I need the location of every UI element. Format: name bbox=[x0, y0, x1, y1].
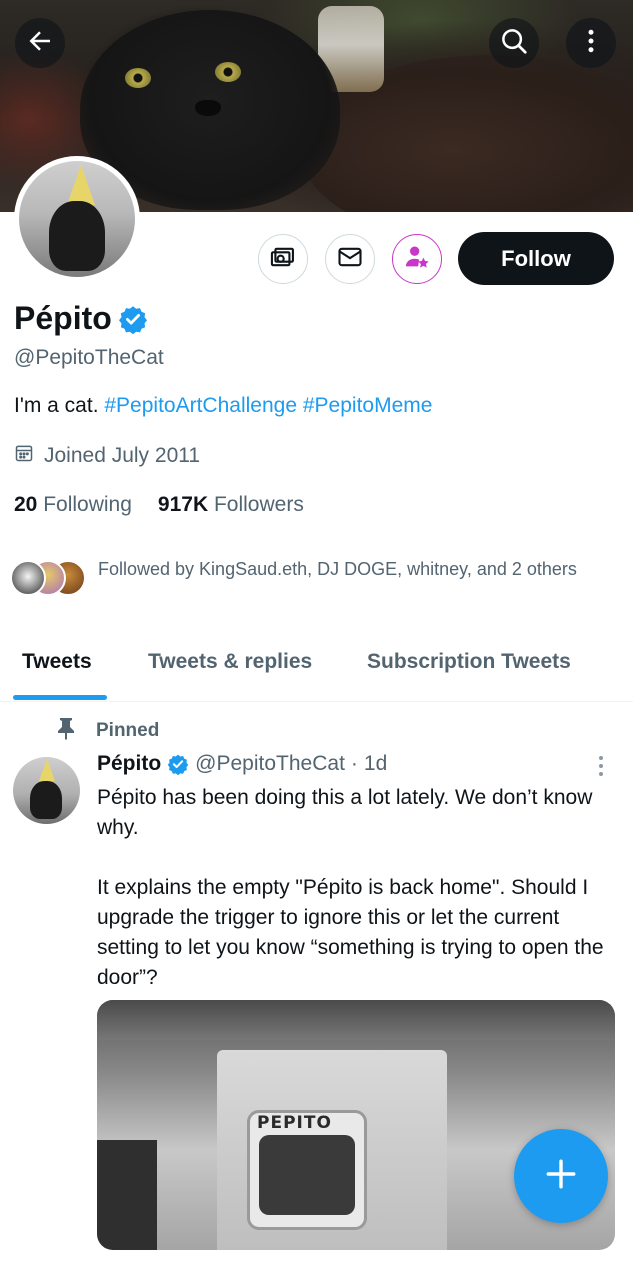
plus-icon bbox=[544, 1157, 578, 1196]
tab-tweets-and-replies[interactable]: Tweets & replies bbox=[148, 650, 312, 674]
display-name: Pépito bbox=[14, 300, 112, 336]
subscribe-button[interactable] bbox=[258, 234, 308, 284]
search-icon bbox=[499, 26, 529, 61]
hashtag-link[interactable]: #PepitoMeme bbox=[303, 394, 433, 417]
banner-cat-nose bbox=[195, 100, 221, 116]
avatar-cat bbox=[30, 781, 62, 819]
tweet-time[interactable]: 1d bbox=[364, 752, 387, 776]
verified-badge-icon[interactable] bbox=[118, 304, 148, 334]
calendar-icon bbox=[14, 443, 34, 469]
party-hat bbox=[39, 759, 55, 781]
tab-tweets[interactable]: Tweets bbox=[22, 650, 92, 674]
pinned-label: Pinned bbox=[56, 716, 159, 746]
banner-cat-eye-left bbox=[125, 68, 151, 88]
name-row: Pépito bbox=[14, 300, 148, 337]
profile-bio: I'm a cat. #PepitoArtChallenge #PepitoMe… bbox=[14, 394, 432, 418]
arrow-left-icon bbox=[25, 26, 55, 61]
media-flap-window bbox=[259, 1135, 355, 1215]
active-tab-indicator bbox=[13, 695, 107, 700]
followers-count: 917K bbox=[157, 493, 209, 516]
pin-icon bbox=[56, 716, 76, 746]
tab-subscription-tweets[interactable]: Subscription Tweets bbox=[367, 650, 571, 674]
joined-text: Joined July 2011 bbox=[44, 444, 201, 467]
person-star-icon bbox=[403, 243, 431, 276]
followed-by-text: Followed by KingSaud.eth, DJ DOGE, whitn… bbox=[98, 559, 577, 579]
avatar bbox=[10, 560, 46, 596]
profile-handle: @PepitoTheCat bbox=[14, 346, 164, 369]
followers-label: Followers bbox=[213, 493, 304, 516]
following-count: 20 bbox=[14, 493, 38, 516]
following-link[interactable]: 20 Following bbox=[14, 493, 132, 517]
notifications-button[interactable] bbox=[392, 234, 442, 284]
tweet-separator: · bbox=[350, 752, 358, 775]
compose-tweet-button[interactable] bbox=[514, 1129, 608, 1223]
verified-badge-icon bbox=[167, 753, 189, 775]
tweet-author-avatar[interactable] bbox=[13, 757, 80, 824]
tweet-paragraph: It explains the empty "Pépito is back ho… bbox=[97, 876, 604, 989]
search-button[interactable] bbox=[489, 18, 539, 68]
tweet-more-icon[interactable] bbox=[590, 752, 612, 780]
message-button[interactable] bbox=[325, 234, 375, 284]
follower-avatars bbox=[10, 556, 90, 598]
tweet-author-name[interactable]: Pépito bbox=[97, 752, 161, 776]
profile-avatar[interactable] bbox=[14, 156, 140, 282]
hashtag-link[interactable]: #PepitoArtChallenge bbox=[104, 394, 297, 417]
tweet-text: Pépito has been doing this a lot lately.… bbox=[97, 783, 617, 993]
media-flap-label: PEPITO bbox=[257, 1113, 332, 1133]
avatar-photo bbox=[19, 161, 135, 277]
joined-date: Joined July 2011 bbox=[14, 443, 200, 469]
bio-text: I'm a cat. bbox=[14, 394, 105, 417]
tweet-paragraph: Pépito has been doing this a lot lately.… bbox=[97, 786, 593, 839]
avatar-cat bbox=[49, 201, 105, 271]
media-ceiling bbox=[97, 1000, 615, 1040]
follow-button[interactable]: Follow bbox=[458, 232, 614, 285]
back-button[interactable] bbox=[15, 18, 65, 68]
more-vertical-icon bbox=[576, 26, 606, 61]
following-label: Following bbox=[43, 493, 132, 516]
envelope-icon bbox=[336, 243, 364, 276]
profile-tabs: Tweets Tweets & replies Subscription Twe… bbox=[0, 636, 633, 702]
followed-by[interactable]: Followed by KingSaud.eth, DJ DOGE, whitn… bbox=[10, 556, 598, 598]
tweet-author-handle[interactable]: @PepitoTheCat bbox=[195, 752, 345, 776]
pinned-text: Pinned bbox=[96, 720, 160, 741]
tweet-header: Pépito @PepitoTheCat · 1d bbox=[97, 752, 387, 776]
followers-link[interactable]: 917K Followers bbox=[158, 493, 304, 517]
party-hat bbox=[67, 165, 95, 205]
more-button[interactable] bbox=[566, 18, 616, 68]
subscribe-money-icon bbox=[269, 243, 297, 276]
banner-cat-eye-right bbox=[215, 62, 241, 82]
profile-stats: 20 Following 917K Followers bbox=[14, 493, 304, 517]
media-shadow bbox=[97, 1140, 157, 1250]
